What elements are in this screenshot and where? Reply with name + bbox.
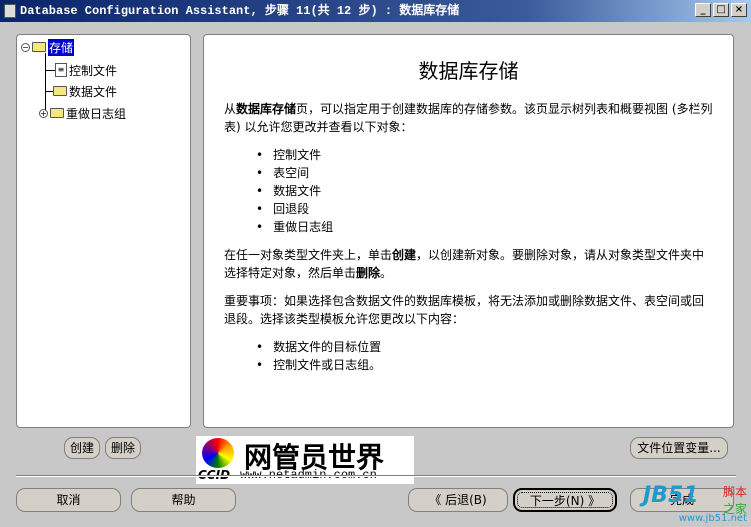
tree-node-data-files[interactable]: 数据文件 — [53, 82, 117, 100]
window-title: Database Configuration Assistant, 步骤 11(… — [20, 4, 460, 18]
next-button[interactable]: 下一步(N) 》 — [513, 488, 617, 512]
title-bar: Database Configuration Assistant, 步骤 11(… — [0, 0, 751, 22]
tree-node-storage[interactable]: − 存储 — [21, 38, 75, 56]
storage-tree[interactable]: − 存储 ≡ 控制文件 数据文件 + 重做日志组 — [16, 34, 191, 428]
help-panel: 数据库存储 从数据库存储页，可以指定用于创建数据库的存储参数。该页显示树列表和概… — [203, 34, 734, 428]
page-title: 数据库存储 — [418, 59, 519, 83]
jb51-watermark: JB51 脚本 之家 www.jb51.net — [643, 483, 748, 524]
note-text: 重要事项：如果选择包含数据文件的数据库模板，将无法添加或删除数据文件、表空间或回… — [224, 294, 705, 326]
document-icon: ≡ — [55, 63, 67, 77]
changeable-list: 数据文件的目标位置 控制文件或日志组。 — [256, 338, 713, 374]
close-button[interactable]: × — [731, 3, 747, 17]
maximize-button[interactable]: □ — [713, 3, 729, 17]
delete-button[interactable]: 删除 — [105, 437, 141, 459]
create-button[interactable]: 创建 — [64, 437, 100, 459]
folder-icon — [53, 86, 67, 96]
cancel-button[interactable]: 取消 — [16, 488, 121, 512]
intro-text: 从数据库存储页，可以指定用于创建数据库的存储参数。该页显示树列表和概要视图 (多… — [224, 102, 713, 134]
back-button[interactable]: 《 后退(B) — [408, 488, 508, 512]
chevron-left-icon: 《 — [429, 493, 446, 507]
chevron-right-icon: 》 — [584, 494, 601, 508]
tree-node-redo-log-groups[interactable]: + 重做日志组 — [39, 104, 126, 122]
collapse-icon[interactable]: − — [21, 42, 30, 52]
expand-icon[interactable]: + — [39, 108, 48, 118]
separator — [16, 475, 736, 477]
logo-fan-icon — [202, 438, 234, 468]
app-icon — [4, 4, 16, 18]
minimize-button[interactable]: _ — [695, 3, 711, 17]
folder-icon — [50, 108, 64, 118]
tree-node-control-files[interactable]: ≡ 控制文件 — [55, 61, 117, 79]
file-location-variables-button[interactable]: 文件位置变量... — [630, 437, 728, 459]
object-list: 控制文件 表空间 数据文件 回退段 重做日志组 — [256, 146, 713, 236]
help-button[interactable]: 帮助 — [131, 488, 236, 512]
folder-icon — [32, 42, 46, 52]
create-delete-text: 在任一对象类型文件夹上，单击创建，以创建新对象。要删除对象，请从对象类型文件夹中… — [224, 248, 705, 280]
